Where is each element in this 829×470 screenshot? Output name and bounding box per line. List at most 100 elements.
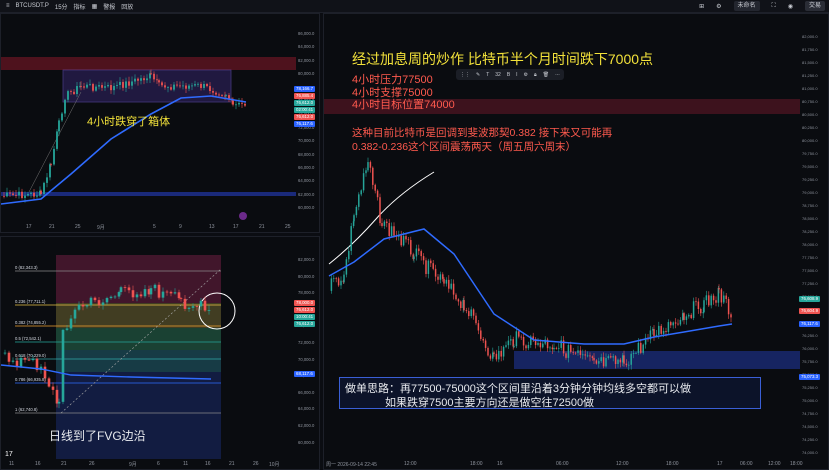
candle-body (61, 329, 65, 402)
x-tick-label: 18:00 (790, 461, 803, 467)
italic-icon[interactable]: I (516, 72, 517, 78)
candle-body (422, 256, 425, 261)
candle-body (149, 288, 153, 295)
price-tag: 68,117.6 (294, 371, 315, 377)
replay-button[interactable]: 回放 (121, 2, 133, 11)
candle-body (555, 347, 558, 349)
layout-grid-icon[interactable]: ⊞ (699, 3, 704, 10)
chart-panel-15m[interactable]: 4 经过加息周的炒作 比特币半个月时间跌下7000点 ⋮⋮ ✎ T 32 B I… (323, 13, 829, 470)
font-size-value[interactable]: 32 (495, 72, 501, 78)
candle-body (470, 309, 472, 317)
candle-body (697, 301, 700, 309)
candle-body (367, 162, 369, 171)
candle-body (101, 302, 105, 305)
more-icon[interactable]: ⋯ (555, 72, 560, 78)
candle-body (36, 195, 38, 197)
y-tick-label: 60,000.0 (298, 205, 315, 211)
trash-icon[interactable]: 🗑︎ (543, 72, 549, 78)
candle-body (623, 355, 625, 364)
candle-body (383, 221, 386, 226)
candle-body (197, 83, 199, 85)
candle-body (683, 313, 685, 320)
lock-icon[interactable]: 🔒︎ (534, 72, 537, 78)
brush-icon[interactable]: ✎ (476, 72, 480, 78)
y-tick-label: 77,750.0 (802, 255, 818, 260)
price-chart-daily[interactable] (1, 237, 296, 459)
candle-body (104, 86, 106, 88)
candle-body (607, 356, 610, 359)
candle-body (413, 256, 415, 260)
x-tick-label: 26 (253, 461, 259, 467)
candle-body (602, 357, 605, 367)
x-axis: 11 16 21 26 9月 6 11 16 21 26 10月 (1, 461, 296, 470)
symbol-selector[interactable]: BTCUSDT.P (16, 3, 49, 9)
candle-body (137, 78, 139, 81)
alert-button[interactable]: 警报 (103, 2, 115, 11)
indicators-button[interactable]: 指标 (74, 2, 86, 11)
fib-level-label: 0.618 (70,229.0) (15, 353, 46, 358)
drag-handle-icon[interactable]: ⋮⋮ (460, 72, 470, 78)
x-tick-label: 11 (183, 461, 189, 467)
trade-button[interactable]: 交易 (804, 1, 825, 11)
candle-body (407, 239, 410, 241)
candle-body (730, 314, 732, 318)
candle-body (143, 78, 145, 81)
candle-body (218, 94, 220, 96)
y-tick-label: 80,000.0 (298, 71, 315, 77)
candle-body (156, 79, 158, 81)
price-tag: 76,612.0 (294, 114, 316, 120)
candle-body (98, 85, 100, 87)
x-tick-label: 12:00 (616, 461, 629, 467)
support-label: 4小时支撑75000 (352, 86, 433, 99)
candle-body (117, 292, 121, 297)
camera-icon[interactable]: ◉ (788, 3, 793, 10)
fib-level-label: 0 (82,343.3) (15, 265, 38, 270)
price-tag: 76,604.9 (799, 308, 821, 314)
y-tick-label: 68,000.0 (298, 151, 315, 157)
chart-panel-4h[interactable]: 7 4小时跌穿了箱体 86,000.084,000.082,000.080,00… (0, 13, 320, 233)
bold-icon[interactable]: B (507, 72, 510, 78)
candle-body (670, 322, 672, 326)
candle-body (610, 356, 612, 358)
x-tick-label: 6 (157, 461, 160, 467)
y-tick-label: 79,250.0 (802, 177, 818, 182)
candle-body (110, 85, 112, 91)
candle-body (337, 278, 340, 286)
candle-body (439, 274, 442, 280)
chart-panel-daily[interactable]: 6 日线到了FVG边沿 0 (82,343.3) 0.236 (77,711.1)… (0, 236, 320, 470)
candle-body (81, 304, 85, 307)
candle-body (187, 307, 191, 309)
candle-body (372, 167, 374, 185)
candle-body (150, 73, 152, 75)
text-icon[interactable]: T (486, 72, 489, 78)
candle-body (55, 389, 59, 404)
price-tag: 02:00:41 (294, 107, 316, 113)
candle-body (58, 120, 60, 132)
candle-body (718, 287, 720, 290)
candle-body (667, 322, 670, 332)
settings-icon[interactable]: ⚙ (716, 3, 721, 10)
candle-body (443, 278, 445, 284)
menu-icon[interactable]: ≡ (6, 3, 10, 9)
candle-body (131, 81, 133, 86)
candle-body (410, 240, 412, 255)
x-tick-label: 18:00 (470, 461, 483, 467)
interval-selector[interactable]: 15分 (55, 2, 68, 11)
candle-body (122, 81, 124, 88)
layout-icon[interactable]: ▦ (92, 3, 98, 10)
x-tick-label: 12:00 (768, 461, 781, 467)
candle-body (393, 226, 395, 236)
candle-body (15, 194, 17, 196)
candle-body (179, 85, 181, 87)
price-tag: 75,073.3 (799, 374, 821, 380)
y-tick-label: 77,250.0 (802, 281, 818, 286)
candle-body (333, 278, 335, 280)
candle-body (207, 310, 211, 311)
candle-body (232, 100, 234, 105)
drawing-toolbar[interactable]: ⋮⋮ ✎ T 32 B I ⚙ 🔒︎ 🗑︎ ⋯ (456, 69, 565, 80)
fullscreen-icon[interactable]: ⛶ (772, 3, 776, 10)
candle-body (513, 346, 515, 347)
candle-body (170, 87, 172, 90)
settings-icon[interactable]: ⚙ (524, 72, 528, 78)
account-button[interactable]: 未命名 (733, 1, 760, 11)
